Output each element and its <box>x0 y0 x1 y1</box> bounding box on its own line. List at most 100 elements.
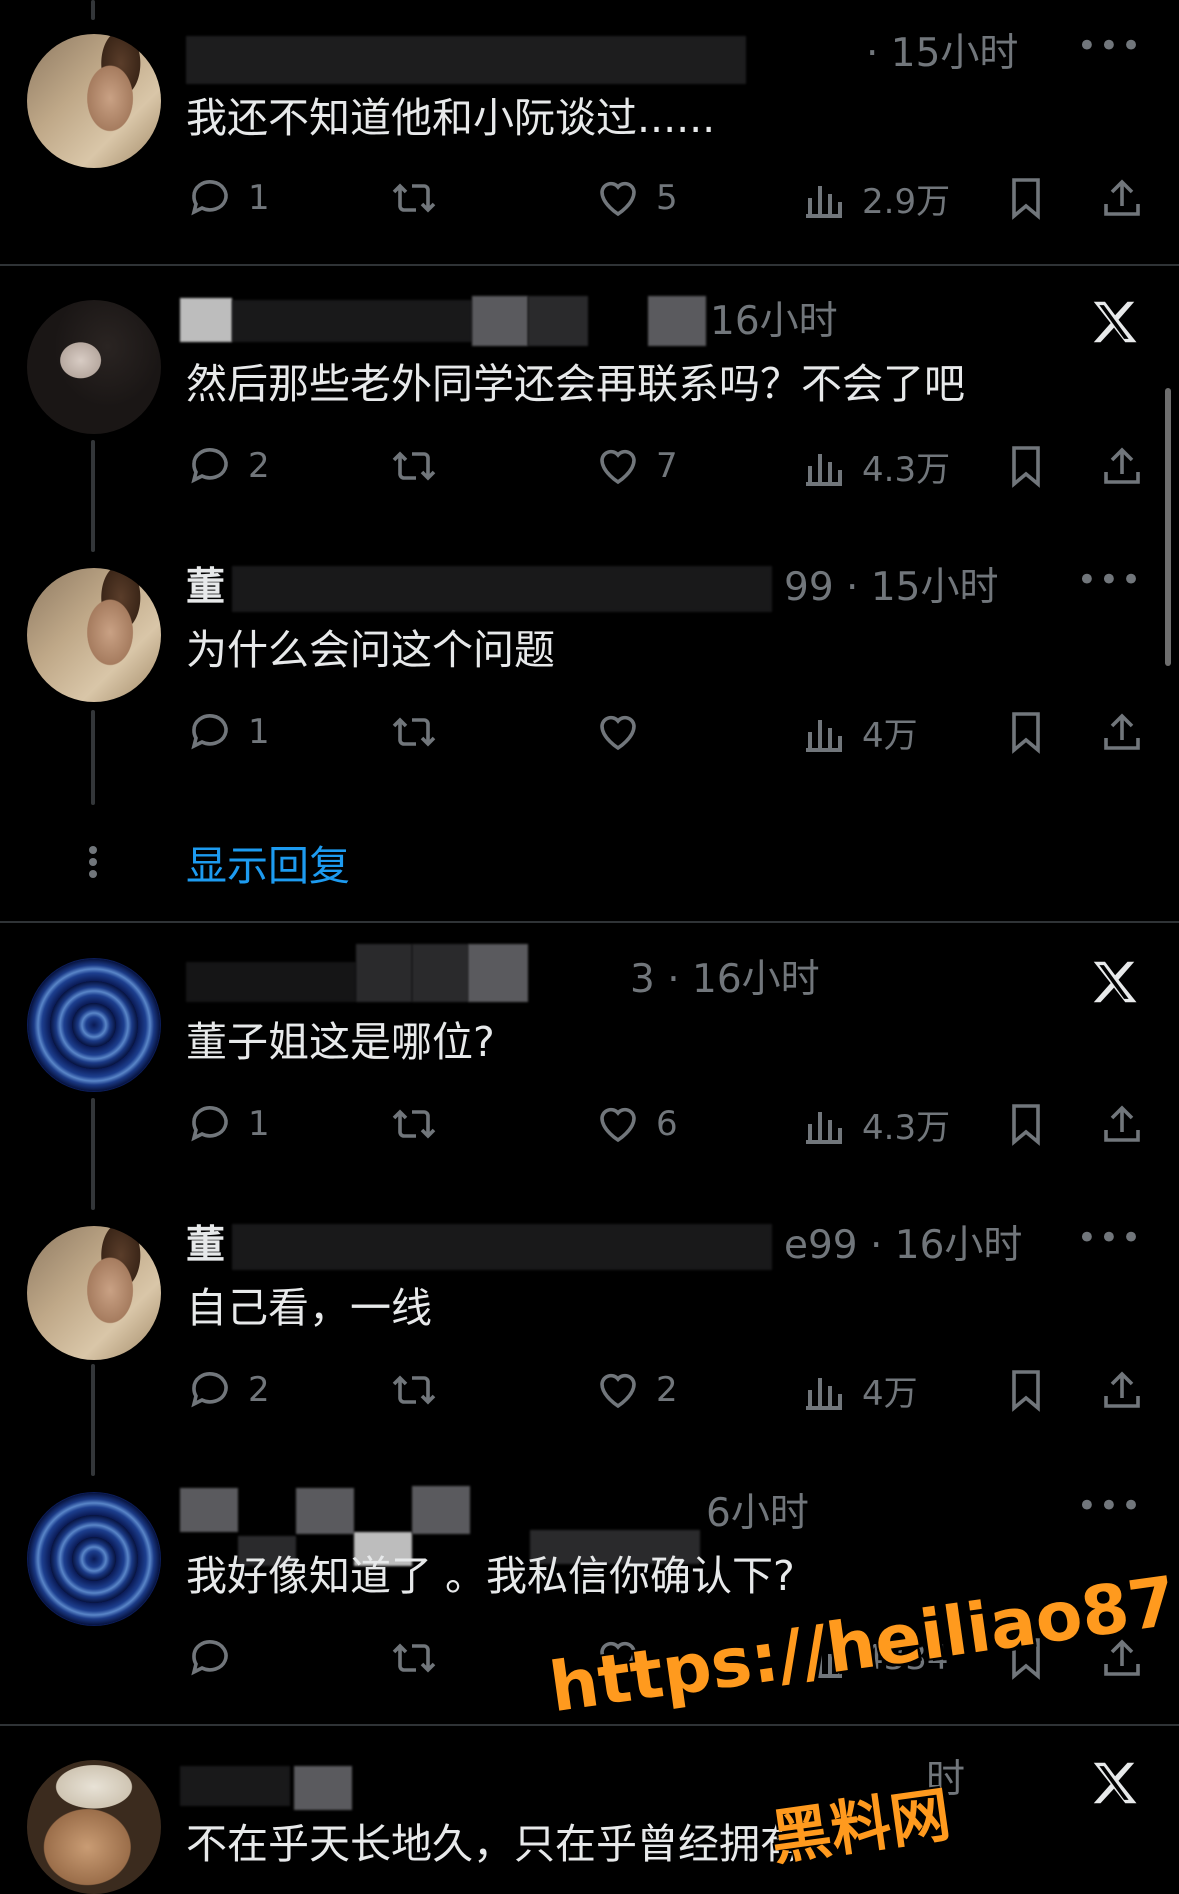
x-logo-icon[interactable] <box>1087 955 1141 1009</box>
views-count: 4.3万 <box>862 449 951 490</box>
redacted-username <box>180 298 232 342</box>
avatar[interactable] <box>27 958 161 1092</box>
reply-button[interactable]: 2 <box>186 1362 270 1418</box>
avatar[interactable] <box>27 568 161 702</box>
reply-icon <box>191 448 228 484</box>
redacted-username <box>412 1486 470 1534</box>
reply-icon <box>191 1372 228 1408</box>
avatar[interactable] <box>27 1760 161 1894</box>
views-button[interactable]: 4万 <box>800 704 918 760</box>
like-button[interactable]: 2 <box>594 1362 678 1418</box>
display-name-initial: 董 <box>186 565 226 610</box>
reply-icon <box>191 714 228 750</box>
reply-button[interactable]: 1 <box>186 170 270 226</box>
share-icon <box>1104 179 1140 216</box>
heart-icon <box>600 1107 636 1143</box>
redacted-username <box>648 296 706 346</box>
reply-button[interactable] <box>186 1630 234 1686</box>
retweet-button[interactable] <box>390 1362 438 1418</box>
reply-count: 2 <box>248 446 270 486</box>
redacted-username <box>472 296 528 346</box>
bookmark-button[interactable] <box>1002 704 1050 760</box>
bookmark-button[interactable] <box>1002 438 1050 494</box>
more-icon[interactable]: ••• <box>1077 1218 1143 1258</box>
scrollbar[interactable] <box>1165 388 1171 666</box>
avatar[interactable] <box>27 300 161 434</box>
redacted-username <box>232 1224 772 1270</box>
more-icon[interactable]: ••• <box>1077 560 1143 600</box>
views-count: 4万 <box>862 715 918 756</box>
tweet-text: 我好像知道了 。我私信你确认下? <box>186 1552 795 1600</box>
tweet-time: 6小时 <box>706 1491 809 1536</box>
views-button[interactable]: 4.3万 <box>800 1096 950 1152</box>
views-count: 4.3万 <box>862 1107 951 1148</box>
share-icon <box>1104 1105 1140 1142</box>
bookmark-button[interactable] <box>1002 1096 1050 1152</box>
reply-button[interactable]: 1 <box>186 704 270 760</box>
x-logo-icon[interactable] <box>1087 295 1141 349</box>
views-button[interactable]: 2.9万 <box>800 170 950 226</box>
retweet-button[interactable] <box>390 170 438 226</box>
more-icon[interactable]: ••• <box>1077 1486 1143 1526</box>
retweet-icon <box>392 451 436 481</box>
thread-line <box>91 710 95 805</box>
bookmark-button[interactable] <box>1002 170 1050 226</box>
redacted-username <box>412 944 468 1002</box>
retweet-icon <box>392 1643 436 1673</box>
reply-button[interactable]: 1 <box>186 1096 270 1152</box>
watermark-site: 黑料网 <box>766 1779 955 1875</box>
views-button[interactable]: 4.3万 <box>800 438 950 494</box>
reply-count: 1 <box>248 1104 270 1144</box>
share-icon <box>1104 447 1140 484</box>
like-button[interactable]: 5 <box>594 170 678 226</box>
more-icon[interactable]: ••• <box>1077 26 1143 66</box>
redacted-username <box>528 296 588 346</box>
reply-count: 2 <box>248 1370 270 1410</box>
views-icon <box>806 1378 842 1410</box>
tweet-time: 3 · 16小时 <box>630 957 820 1002</box>
x-logo-icon[interactable] <box>1087 1756 1141 1810</box>
divider <box>0 264 1179 266</box>
share-icon <box>1104 713 1140 750</box>
reply-button[interactable]: 2 <box>186 438 270 494</box>
reply-icon <box>191 1106 228 1142</box>
avatar[interactable] <box>27 1492 161 1626</box>
retweet-button[interactable] <box>390 1630 438 1686</box>
views-button[interactable]: 4万 <box>800 1362 918 1418</box>
redacted-username <box>186 962 356 1002</box>
like-button[interactable] <box>594 704 642 760</box>
bookmark-icon <box>1012 1104 1040 1146</box>
redacted-username <box>468 944 528 1002</box>
tweet-time: 16小时 <box>710 299 838 344</box>
like-count: 6 <box>656 1104 678 1144</box>
like-button[interactable]: 6 <box>594 1096 678 1152</box>
avatar[interactable] <box>27 34 161 168</box>
tweet-text: 不在乎天长地久，只在乎曾经拥有 <box>186 1820 801 1868</box>
divider <box>0 921 1179 923</box>
heart-icon <box>600 181 636 217</box>
views-count: 4万 <box>862 1373 918 1414</box>
retweet-button[interactable] <box>390 438 438 494</box>
share-button[interactable] <box>1098 170 1146 226</box>
redacted-username <box>296 1488 354 1534</box>
redacted-username <box>356 944 412 1002</box>
share-button[interactable] <box>1098 1096 1146 1152</box>
views-icon <box>806 454 842 486</box>
retweet-button[interactable] <box>390 704 438 760</box>
tweet-text: 自己看，一线 <box>186 1284 432 1332</box>
bookmark-button[interactable] <box>1002 1362 1050 1418</box>
share-icon <box>1104 1371 1140 1408</box>
thread-line <box>91 0 95 20</box>
retweet-button[interactable] <box>390 1096 438 1152</box>
tweet-text: 为什么会问这个问题 <box>186 626 555 674</box>
share-button[interactable] <box>1098 704 1146 760</box>
share-button[interactable] <box>1098 438 1146 494</box>
redacted-username <box>186 36 746 84</box>
like-button[interactable]: 7 <box>594 438 678 494</box>
thread-line <box>91 1098 95 1210</box>
avatar[interactable] <box>27 1226 161 1360</box>
show-replies-link[interactable]: 显示回复 <box>186 832 350 892</box>
like-count: 2 <box>656 1370 678 1410</box>
like-count: 5 <box>656 178 678 218</box>
share-button[interactable] <box>1098 1362 1146 1418</box>
